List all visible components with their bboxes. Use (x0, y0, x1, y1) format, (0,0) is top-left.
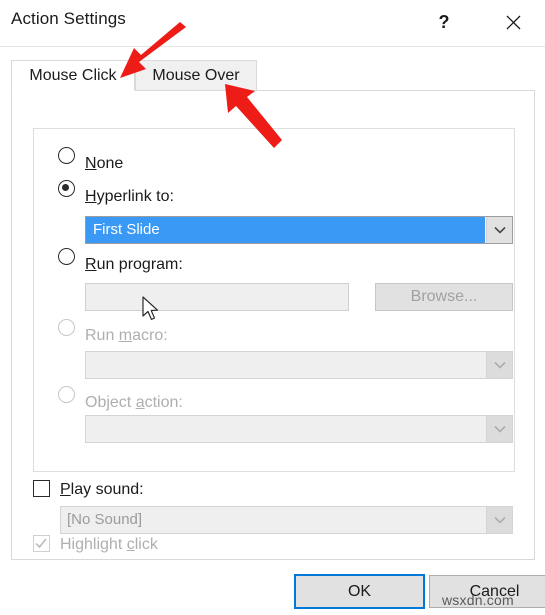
tab-mouse-click-label: Mouse Click (29, 67, 117, 84)
radio-run-program[interactable] (58, 248, 75, 265)
chevron-down-icon (487, 425, 512, 433)
run-macro-combo[interactable] (85, 351, 513, 379)
tab-mouse-click[interactable]: Mouse Click (11, 60, 135, 91)
ok-button-label: OK (347, 583, 372, 600)
play-sound-combo[interactable]: [No Sound] (60, 506, 513, 534)
action-settings-dialog: Action Settings ? Mouse Click Mouse Over… (0, 0, 545, 615)
radio-selected-dot (62, 184, 70, 192)
page-title: Action Settings (11, 9, 126, 28)
radio-object-action[interactable] (58, 386, 75, 403)
radio-object-action-label: Object action: (85, 394, 183, 411)
tab-panel-mouse-click: None Hyperlink to: First Slide Run progr… (11, 90, 535, 560)
radio-hyperlink-to-label: Hyperlink to: (85, 188, 174, 205)
play-sound-value: [No Sound] (67, 511, 143, 528)
chevron-down-icon (487, 516, 512, 524)
close-x-icon (493, 15, 533, 30)
run-macro-dropdown-arrow[interactable] (486, 352, 512, 378)
checkbox-highlight-click[interactable] (33, 535, 50, 552)
ok-button[interactable]: OK (294, 574, 425, 609)
radio-none-label: None (85, 155, 124, 172)
close-button[interactable] (493, 4, 533, 40)
radio-run-program-label: Run program: (85, 256, 183, 273)
watermark: wsxdn.com (442, 592, 514, 608)
checkbox-play-sound[interactable] (33, 480, 50, 497)
title-bar: Action Settings ? (0, 0, 545, 47)
hyperlink-dropdown-arrow[interactable] (486, 217, 512, 243)
checkmark-icon (34, 536, 49, 550)
chevron-down-icon (487, 361, 512, 369)
tab-mouse-over-label: Mouse Over (152, 67, 240, 84)
tab-strip: Mouse Click Mouse Over (11, 60, 535, 91)
checkbox-highlight-click-label: Highlight click (60, 536, 158, 553)
run-program-path-input[interactable] (85, 283, 349, 311)
play-sound-dropdown-arrow[interactable] (486, 507, 512, 533)
hyperlink-target-value: First Slide (93, 221, 160, 238)
radio-run-macro-label: Run macro: (85, 327, 168, 344)
radio-none[interactable] (58, 147, 75, 164)
help-button[interactable]: ? (424, 4, 464, 40)
radio-hyperlink-to[interactable] (58, 180, 75, 197)
checkbox-play-sound-label: Play sound: (60, 481, 144, 498)
object-action-dropdown-arrow[interactable] (486, 416, 512, 442)
browse-button[interactable]: Browse... (375, 283, 513, 311)
hyperlink-target-combo[interactable]: First Slide (85, 216, 513, 244)
radio-run-macro[interactable] (58, 319, 75, 336)
tab-mouse-over[interactable]: Mouse Over (135, 60, 257, 91)
chevron-down-icon (487, 226, 512, 234)
object-action-combo[interactable] (85, 415, 513, 443)
browse-button-label: Browse... (410, 288, 478, 305)
